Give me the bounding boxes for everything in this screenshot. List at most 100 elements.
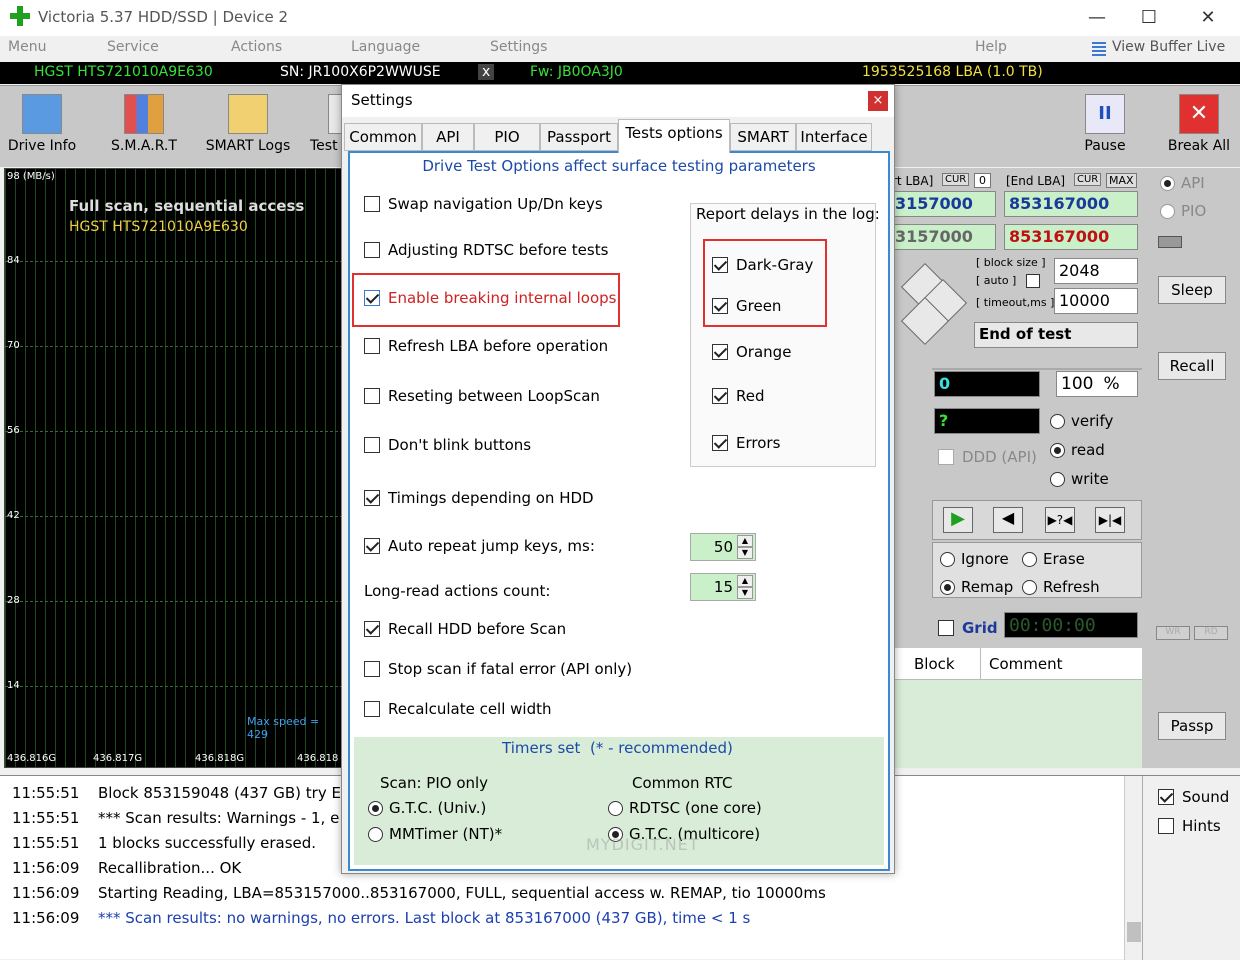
hints-checkbox[interactable]: Hints (1158, 817, 1221, 835)
option-adjust-rdtsc-checkbox[interactable]: Adjusting RDTSC before tests (364, 241, 608, 259)
x-tick: 436.818G (195, 753, 245, 764)
report-dark-gray-checkbox[interactable]: Dark-Gray (712, 256, 813, 274)
menu-settings[interactable]: Settings (490, 39, 547, 55)
report-green-checkbox[interactable]: Green (712, 297, 781, 315)
rdtsc-radio[interactable]: RDTSC (one core) (608, 799, 762, 817)
auto-repeat-spinner[interactable]: 50 ▲ ▼ (690, 533, 756, 561)
option-label: Timings depending on HDD (388, 489, 594, 507)
remap-radio[interactable]: Remap (940, 578, 1013, 596)
auto-checkbox[interactable] (1026, 274, 1040, 288)
recall-button[interactable]: Recall (1158, 352, 1226, 380)
status-indicator: ? (934, 408, 1040, 434)
pause-button[interactable]: II Pause (1074, 86, 1136, 166)
option-auto-repeat-checkbox[interactable]: Auto repeat jump keys, ms: (364, 537, 595, 555)
long-read-label: Long-read actions count: (364, 582, 550, 600)
option-reseting-loopscan-checkbox[interactable]: Reseting between LoopScan (364, 387, 600, 405)
tab-pio[interactable]: PIO (474, 123, 540, 151)
report-orange-checkbox[interactable]: Orange (712, 343, 791, 361)
erase-radio[interactable]: Erase (1022, 550, 1085, 568)
block-size-select[interactable]: 2048 (1054, 258, 1138, 284)
log-scrollbar[interactable] (1124, 776, 1142, 960)
gtc-univ-radio[interactable]: G.T.C. (Univ.) (368, 799, 486, 817)
end-of-test-select[interactable]: End of test (974, 322, 1138, 348)
spin-down-icon[interactable]: ▼ (737, 547, 753, 559)
read-radio[interactable]: read (1050, 441, 1105, 459)
navigation-arrows-icon[interactable] (900, 262, 968, 346)
test-button[interactable]: Test (306, 86, 348, 166)
tab-passport[interactable]: Passport (540, 123, 618, 151)
start-lba-input[interactable]: 3157000 (890, 191, 996, 217)
minimize-button[interactable]: — (1082, 6, 1112, 30)
max-speed: Max speed = 429 (247, 715, 320, 741)
verify-radio[interactable]: verify (1050, 412, 1113, 430)
menu-actions[interactable]: Actions (231, 39, 282, 55)
tab-smart[interactable]: SMART (730, 123, 796, 151)
play-icon[interactable]: ▶ (943, 507, 973, 533)
option-enable-breaking-loops-checkbox[interactable]: Enable breaking internal loops (364, 289, 616, 307)
grid-checkbox[interactable]: Grid (938, 619, 998, 637)
tab-tests-options[interactable]: Tests options (618, 119, 730, 153)
option-label: Recalculate cell width (388, 700, 552, 718)
spin-up-icon[interactable]: ▲ (737, 575, 753, 587)
option-swap-nav-checkbox[interactable]: Swap navigation Up/Dn keys (364, 195, 603, 213)
long-read-spinner[interactable]: 15 ▲ ▼ (690, 573, 756, 601)
smart-button[interactable]: S.M.A.R.T (100, 86, 188, 166)
start-cur-button[interactable]: CUR (942, 173, 970, 186)
spin-up-icon[interactable]: ▲ (737, 535, 753, 547)
end-max-button[interactable]: MAX (1106, 173, 1137, 188)
maximize-button[interactable]: ☐ (1134, 6, 1164, 30)
option-timings-hdd-checkbox[interactable]: Timings depending on HDD (364, 489, 594, 507)
report-red-checkbox[interactable]: Red (712, 387, 765, 405)
menu-menu[interactable]: Menu (8, 39, 46, 55)
end-lba-input[interactable]: 853167000 (1004, 191, 1138, 217)
timeout-select[interactable]: 10000 (1054, 288, 1138, 314)
option-label: Reseting between LoopScan (388, 387, 600, 405)
menu-language[interactable]: Language (351, 39, 420, 55)
menu-service[interactable]: Service (107, 39, 159, 55)
ignore-radio[interactable]: Ignore (940, 550, 1009, 568)
erase-label: Erase (1043, 550, 1085, 568)
write-radio[interactable]: write (1050, 470, 1109, 488)
option-recalc-width-checkbox[interactable]: Recalculate cell width (364, 700, 552, 718)
report-delays-title: Report delays in the log: (696, 205, 880, 223)
block-size-label: [ block size ] (976, 256, 1046, 269)
log-time: 11:55:51 (12, 784, 80, 802)
tab-api[interactable]: API (422, 123, 474, 151)
y-tick: 42 (7, 510, 20, 521)
option-recall-hdd-checkbox[interactable]: Recall HDD before Scan (364, 620, 566, 638)
gtc-univ-label: G.T.C. (Univ.) (389, 799, 487, 817)
panel-heading: Drive Test Options affect surface testin… (422, 157, 816, 175)
api-radio[interactable]: API (1160, 174, 1205, 192)
end-cur-button[interactable]: CUR (1074, 173, 1102, 186)
break-all-button[interactable]: ✕ Break All (1164, 86, 1234, 166)
close-device-icon[interactable]: x (478, 64, 495, 80)
tab-interface[interactable]: Interface (796, 123, 872, 151)
view-buffer-live[interactable]: View Buffer Live (1112, 39, 1225, 55)
drive-info-button[interactable]: Drive Info (4, 86, 80, 166)
break-icon: ✕ (1179, 94, 1219, 134)
close-window-button[interactable]: ✕ (1193, 6, 1223, 30)
window-title: Victoria 5.37 HDD/SSD | Device 2 (38, 8, 289, 26)
option-dont-blink-checkbox[interactable]: Don't blink buttons (364, 436, 531, 454)
option-refresh-lba-checkbox[interactable]: Refresh LBA before operation (364, 337, 608, 355)
random-seek-icon[interactable]: ▶?◀ (1045, 507, 1075, 533)
refresh-radio[interactable]: Refresh (1022, 578, 1100, 596)
menu-help[interactable]: Help (975, 39, 1007, 55)
option-stop-scan-checkbox[interactable]: Stop scan if fatal error (API only) (364, 660, 632, 678)
report-errors-checkbox[interactable]: Errors (712, 434, 780, 452)
start-zero-button[interactable]: 0 (974, 173, 991, 188)
scrollbar-thumb[interactable] (1127, 922, 1141, 942)
tab-common[interactable]: Common (344, 123, 422, 151)
rewind-icon[interactable]: ◀ (993, 507, 1023, 533)
report-label: Errors (736, 434, 781, 452)
butterfly-icon[interactable]: ▶|◀ (1095, 507, 1125, 533)
smart-logs-button[interactable]: SMART Logs (200, 86, 296, 166)
sound-checkbox[interactable]: Sound (1158, 788, 1229, 806)
pio-radio[interactable]: PIO (1160, 202, 1206, 220)
dialog-close-button[interactable]: × (868, 91, 888, 111)
passp-button[interactable]: Passp (1158, 712, 1226, 740)
mmtimer-radio[interactable]: MMTimer (NT)* (368, 825, 502, 843)
ddd-api-checkbox[interactable]: DDD (API) (938, 448, 1037, 466)
sleep-button[interactable]: Sleep (1158, 276, 1226, 304)
spin-down-icon[interactable]: ▼ (737, 587, 753, 599)
